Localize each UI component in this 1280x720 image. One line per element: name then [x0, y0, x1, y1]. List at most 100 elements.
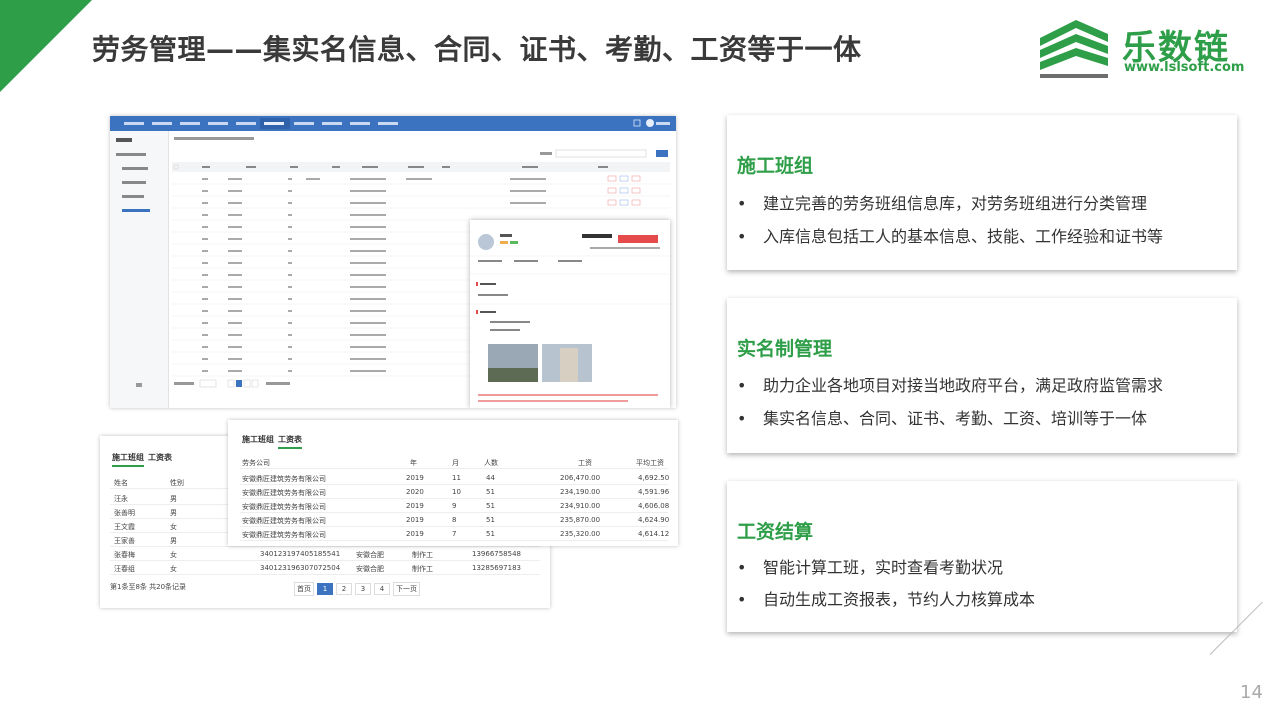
table-row[interactable]: 汪春组 女 340123196307072504 安徽合肥 制作工 132856…: [110, 560, 540, 575]
worker-gender: 男: [170, 509, 177, 517]
card-heading: 施工班组: [737, 155, 814, 177]
bullet-dot: •: [737, 376, 747, 395]
app-screenshot: [110, 116, 676, 408]
headcount: 51: [486, 488, 495, 496]
tab-wage-sheet[interactable]: 工资表: [278, 434, 302, 449]
worker-name: 王文霞: [114, 523, 135, 531]
column-header: 年: [410, 459, 417, 467]
page-number: 14: [1240, 682, 1263, 703]
headcount: 51: [486, 516, 495, 524]
wage-total: 234,190.00: [560, 488, 601, 496]
worker-gender: 女: [170, 551, 177, 559]
column-header: 人数: [484, 459, 498, 467]
logo-url: www.lslsoft.com: [1124, 60, 1245, 75]
bullet-text: 智能计算工班，实时查看考勤状况: [763, 558, 1004, 577]
worker-gender: 男: [170, 495, 177, 503]
next-page-button[interactable]: 下一页: [393, 582, 420, 596]
bullet-text: 自动生成工资报表，节约人力核算成本: [763, 590, 1036, 609]
month: 8: [452, 516, 457, 524]
year: 2019: [406, 474, 424, 482]
year: 2019: [406, 516, 424, 524]
wage-total: 235,870.00: [560, 516, 601, 524]
company-name: 安徽鼎匠建筑劳务有限公司: [242, 517, 326, 525]
bullet-dot: •: [737, 558, 747, 577]
column-header: 性别: [170, 479, 184, 487]
month: 7: [452, 530, 457, 538]
page-button-4[interactable]: 4: [374, 583, 390, 595]
worker-phone: 13285697183: [472, 564, 521, 572]
app-topbar: [110, 116, 676, 131]
app-nav-placeholder: [124, 118, 670, 129]
page-button-3[interactable]: 3: [355, 583, 371, 595]
worker-phone: 13966758548: [472, 550, 521, 558]
worker-name: 张善明: [114, 509, 135, 517]
year: 2020: [406, 488, 424, 496]
worker-gender: 女: [170, 523, 177, 531]
worker-id-number: 340123196307072504: [260, 564, 341, 572]
tab-wage-sheet[interactable]: 工资表: [148, 452, 172, 463]
card-bullet: • 建立完善的劳务班组信息库，对劳务班组进行分类管理: [737, 190, 1147, 214]
worker-gender: 男: [170, 537, 177, 545]
tab-work-team[interactable]: 施工班组: [242, 434, 274, 445]
record-summary: 第1条至8条 共20条记录: [110, 583, 187, 591]
wage-average: 4,591.96: [638, 488, 670, 496]
month: 11: [452, 474, 461, 482]
wage-table-card: 施工班组 工资表 劳务公司 年 月 人数 工资 平均工资 安徽鼎匠建筑劳务有限公…: [228, 420, 678, 546]
bullet-dot: •: [737, 409, 747, 428]
wage-average: 4,606.08: [638, 502, 670, 510]
bullet-dot: •: [737, 227, 747, 246]
worker-origin: 安徽合肥: [356, 565, 384, 573]
bullet-text: 集实名信息、合同、证书、考勤、工资、培训等于一体: [763, 409, 1148, 428]
month: 9: [452, 502, 457, 510]
worker-origin: 安徽合肥: [356, 551, 384, 559]
bullet-text: 助力企业各地项目对接当地政府平台，满足政府监管需求: [763, 376, 1164, 395]
worker-trade: 制作工: [412, 551, 433, 559]
card-bullet: • 入库信息包括工人的基本信息、技能、工作经验和证书等: [737, 223, 1163, 247]
table-row[interactable]: 安徽鼎匠建筑劳务有限公司 2019 7 51 235,320.00 4,614.…: [240, 526, 670, 541]
wage-average: 4,624.90: [638, 516, 670, 524]
table-header: 劳务公司 年 月 人数 工资 平均工资: [240, 454, 668, 469]
card-bullet: • 助力企业各地项目对接当地政府平台，满足政府监管需求: [737, 372, 1163, 396]
headcount: 51: [486, 502, 495, 510]
card-heading: 工资结算: [737, 521, 814, 543]
corner-accent: [0, 0, 92, 92]
year: 2019: [406, 530, 424, 538]
feature-card-real-name: 实名制管理 • 助力企业各地项目对接当地政府平台，满足政府监管需求 • 集实名信息、…: [727, 298, 1237, 453]
page-button-2[interactable]: 2: [336, 583, 352, 595]
bullet-text: 入库信息包括工人的基本信息、技能、工作经验和证书等: [763, 227, 1164, 246]
month: 10: [452, 488, 461, 496]
worker-name: 张春梅: [114, 551, 135, 559]
company-name: 安徽鼎匠建筑劳务有限公司: [242, 489, 326, 497]
card-bullet: • 集实名信息、合同、证书、考勤、工资、培训等于一体: [737, 405, 1147, 429]
table-row[interactable]: 安徽鼎匠建筑劳务有限公司 2020 10 51 234,190.00 4,591…: [240, 484, 670, 499]
worker-name: 汪春组: [114, 565, 135, 573]
wage-total: 206,470.00: [560, 474, 601, 482]
first-page-button[interactable]: 首页: [294, 582, 314, 596]
wage-total: 235,320.00: [560, 530, 601, 538]
card-heading: 实名制管理: [737, 338, 833, 360]
table-row[interactable]: 张春梅 女 340123197405185541 安徽合肥 制作工 139667…: [110, 546, 540, 561]
popup-placeholder: [470, 234, 670, 402]
worker-name: 王家善: [114, 537, 135, 545]
worker-gender: 女: [170, 565, 177, 573]
feature-card-wage-settlement: 工资结算 • 智能计算工班，实时查看考勤状况 • 自动生成工资报表，节约人力核算成本: [727, 481, 1237, 632]
column-header: 姓名: [114, 479, 128, 487]
column-header: 劳务公司: [242, 459, 270, 467]
building-logo-icon: [1040, 20, 1108, 78]
pagination: 首页 1 2 3 4 下一页: [294, 582, 423, 596]
worker-trade: 制作工: [412, 565, 433, 573]
logo: 乐数链 www.lslsoft.com: [1034, 16, 1264, 80]
wage-average: 4,614.12: [638, 530, 670, 538]
table-row[interactable]: 安徽鼎匠建筑劳务有限公司 2019 8 51 235,870.00 4,624.…: [240, 512, 670, 527]
page-button-1[interactable]: 1: [317, 583, 333, 595]
feature-card-work-team: 施工班组 • 建立完善的劳务班组信息库，对劳务班组进行分类管理 • 入库信息包括工人…: [727, 115, 1237, 270]
column-header: 月: [452, 459, 459, 467]
tab-work-team[interactable]: 施工班组: [112, 452, 144, 467]
card-bullet: • 智能计算工班，实时查看考勤状况: [737, 554, 1003, 578]
page-title: 劳务管理——集实名信息、合同、证书、考勤、工资等于一体: [92, 33, 862, 66]
column-header: 工资: [578, 459, 592, 467]
table-row[interactable]: 安徽鼎匠建筑劳务有限公司 2019 11 44 206,470.00 4,692…: [240, 470, 669, 485]
table-row[interactable]: 安徽鼎匠建筑劳务有限公司 2019 9 51 234,910.00 4,606.…: [240, 498, 670, 513]
company-name: 安徽鼎匠建筑劳务有限公司: [242, 475, 326, 483]
company-name: 安徽鼎匠建筑劳务有限公司: [242, 503, 326, 511]
